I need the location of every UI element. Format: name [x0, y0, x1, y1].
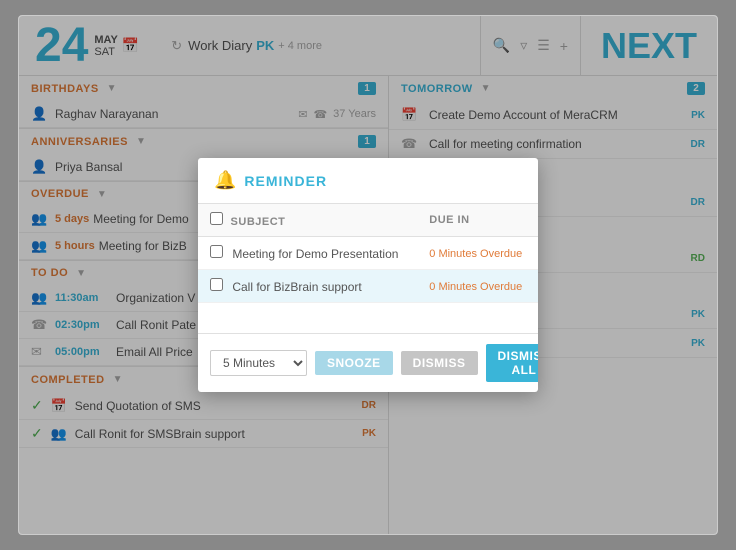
dismiss-all-button[interactable]: DISMISS ALL	[486, 344, 538, 382]
reminder-subject-2: Call for BizBrain support	[198, 270, 417, 303]
reminder-title: REMINDER	[244, 173, 327, 189]
reminder-subject-1: Meeting for Demo Presentation	[198, 237, 417, 270]
reminder-duein-1: 0 Minutes Overdue	[417, 237, 538, 270]
reminder-header: 🔔 REMINDER	[198, 158, 538, 204]
snooze-select[interactable]: 5 Minutes 10 Minutes 15 Minutes 30 Minut…	[210, 350, 307, 376]
reminder-duein-2: 0 Minutes Overdue	[417, 270, 538, 303]
overdue-label-1: 0 Minutes Overdue	[429, 248, 522, 260]
bell-icon: 🔔	[214, 170, 236, 191]
subject-col-header: SUBJECT	[198, 204, 417, 237]
dismiss-button[interactable]: DISMISS	[401, 351, 478, 375]
reminder-row-1: Meeting for Demo Presentation 0 Minutes …	[198, 237, 538, 270]
reminder-modal: 🔔 REMINDER SUBJECT DUE IN	[198, 158, 538, 392]
app-window: 24 MAY SAT 📅 ↻ Work Diary PK + 4 more 🔍 …	[18, 15, 718, 535]
reminder-row-2: Call for BizBrain support 0 Minutes Over…	[198, 270, 538, 303]
reminder-checkbox-2[interactable]	[210, 278, 223, 291]
modal-overlay[interactable]: 🔔 REMINDER SUBJECT DUE IN	[19, 16, 717, 534]
reminder-table: SUBJECT DUE IN Meeting for Demo Presenta…	[198, 204, 538, 303]
reminder-footer: 5 Minutes 10 Minutes 15 Minutes 30 Minut…	[198, 333, 538, 392]
reminder-checkbox-1[interactable]	[210, 245, 223, 258]
select-all-checkbox[interactable]	[210, 212, 223, 225]
snooze-button[interactable]: SNOOZE	[315, 351, 393, 375]
duein-col-header: DUE IN	[417, 204, 538, 237]
overdue-label-2: 0 Minutes Overdue	[429, 281, 522, 293]
